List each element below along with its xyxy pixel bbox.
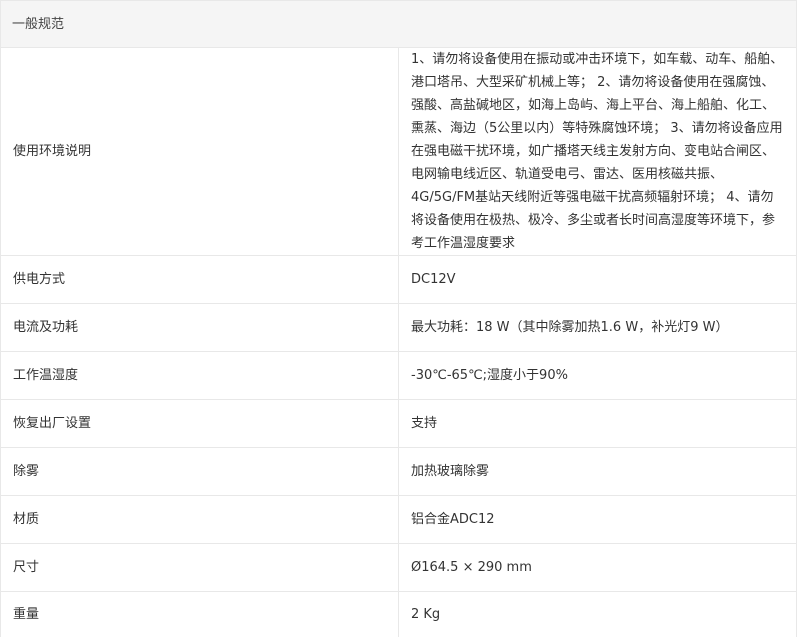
spec-label: 恢复出厂设置 (1, 400, 399, 448)
spec-value: 支持 (399, 400, 797, 448)
table-row: 工作温湿度 -30℃-65℃;湿度小于90% (1, 352, 797, 400)
spec-label: 供电方式 (1, 256, 399, 304)
spec-value: Ø164.5 × 290 mm (399, 544, 797, 592)
table-row: 恢复出厂设置 支持 (1, 400, 797, 448)
table-row: 使用环境说明 1、请勿将设备使用在振动或冲击环境下，如车载、动车、船舶、港口塔吊… (1, 48, 797, 256)
spec-label: 电流及功耗 (1, 304, 399, 352)
spec-label: 重量 (1, 592, 399, 637)
table-row: 材质 铝合金ADC12 (1, 496, 797, 544)
spec-value: 加热玻璃除雾 (399, 448, 797, 496)
spec-value: DC12V (399, 256, 797, 304)
table-row: 尺寸 Ø164.5 × 290 mm (1, 544, 797, 592)
table-row: 电流及功耗 最大功耗：18 W（其中除雾加热1.6 W，补光灯9 W） (1, 304, 797, 352)
table-row: 供电方式 DC12V (1, 256, 797, 304)
spec-value: 铝合金ADC12 (399, 496, 797, 544)
spec-label: 除雾 (1, 448, 399, 496)
table-row: 除雾 加热玻璃除雾 (1, 448, 797, 496)
spec-table: 一般规范 使用环境说明 1、请勿将设备使用在振动或冲击环境下，如车载、动车、船舶… (0, 0, 797, 637)
spec-value: 最大功耗：18 W（其中除雾加热1.6 W，补光灯9 W） (399, 304, 797, 352)
spec-label: 材质 (1, 496, 399, 544)
table-row: 重量 2 Kg (1, 592, 797, 637)
spec-value: 1、请勿将设备使用在振动或冲击环境下，如车载、动车、船舶、港口塔吊、大型采矿机械… (399, 48, 797, 256)
section-title: 一般规范 (1, 1, 797, 48)
section-header-row: 一般规范 (1, 1, 797, 48)
spec-value: 2 Kg (399, 592, 797, 637)
spec-value: -30℃-65℃;湿度小于90% (399, 352, 797, 400)
spec-label: 尺寸 (1, 544, 399, 592)
spec-label: 工作温湿度 (1, 352, 399, 400)
spec-label: 使用环境说明 (1, 48, 399, 256)
